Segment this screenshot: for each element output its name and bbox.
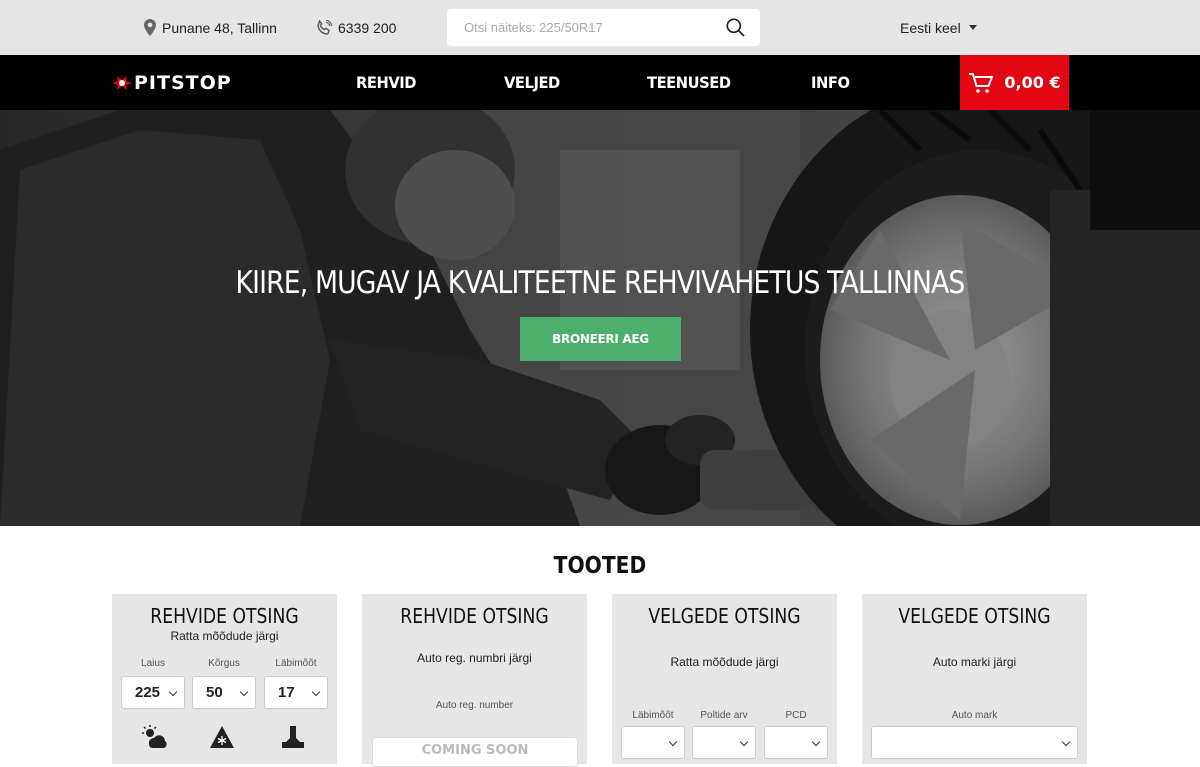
diameter-value: 17 — [278, 684, 295, 701]
main-nav: PITSTOP REHVID VELJED TEENUSED INFO 0,00… — [0, 55, 1200, 110]
nav-rehvid[interactable]: REHVID — [356, 55, 417, 110]
book-appointment-button[interactable]: BRONEERI AEG — [520, 317, 681, 361]
chevron-down-icon — [311, 687, 321, 697]
rim-diameter-select[interactable] — [621, 726, 685, 759]
address-text: Punane 48, Tallinn — [162, 19, 277, 36]
search-icon[interactable] — [726, 18, 745, 37]
summer-winter-icon[interactable] — [141, 724, 167, 750]
bolt-count-label: Poltide arv — [700, 710, 748, 721]
studded-tire-icon[interactable] — [280, 724, 306, 750]
logo[interactable]: PITSTOP — [112, 72, 232, 94]
hero-banner: KIIRE, MUGAV JA KVALITEETNE REHVIVAHETUS… — [0, 110, 1200, 526]
cart-icon — [969, 72, 994, 93]
chevron-down-icon — [668, 737, 678, 747]
phone-icon — [317, 19, 332, 35]
height-select[interactable]: 50 — [192, 676, 256, 709]
location-pin-icon — [144, 19, 156, 36]
card-subtitle: Auto reg. numbri järgi — [417, 651, 532, 665]
card-title: REHVIDE OTSING — [150, 604, 299, 628]
rim-search-by-size-card: VELGEDE OTSING Ratta mõõdude järgi Läbim… — [612, 594, 837, 764]
height-label: Kõrgus — [208, 658, 240, 669]
search-box — [447, 9, 760, 46]
logo-text: PITSTOP — [134, 72, 232, 94]
logo-emblem-icon — [112, 76, 132, 90]
search-input[interactable] — [447, 20, 707, 35]
width-value: 225 — [135, 684, 161, 701]
chevron-down-icon — [739, 737, 749, 747]
language-selector[interactable]: Eesti keel — [900, 0, 977, 55]
card-title: REHVIDE OTSING — [400, 604, 549, 628]
rim-diameter-label: Läbimõõt — [632, 710, 674, 721]
diameter-label: Läbimõõt — [275, 658, 317, 669]
rim-search-by-make-card: VELGEDE OTSING Auto marki järgi Auto mar… — [862, 594, 1087, 764]
language-label: Eesti keel — [900, 19, 961, 36]
width-select[interactable]: 225 — [121, 676, 185, 709]
winter-icon[interactable] — [209, 724, 235, 750]
tire-search-by-reg-card: REHVIDE OTSING Auto reg. numbri järgi Au… — [362, 594, 587, 767]
hero-title: KIIRE, MUGAV JA KVALITEETNE REHVIVAHETUS… — [235, 265, 966, 301]
nav-veljed[interactable]: VELJED — [504, 55, 560, 110]
phone-text: 6339 200 — [338, 19, 397, 36]
card-subtitle: Ratta mõõdude järgi — [170, 629, 279, 643]
reg-number-input[interactable]: COMING SOON — [372, 737, 578, 767]
card-subtitle: Ratta mõõdude järgi — [670, 655, 779, 669]
products-heading: TOOTED — [553, 553, 647, 579]
cart-button[interactable]: 0,00 € — [960, 55, 1069, 110]
car-make-label: Auto mark — [951, 710, 998, 721]
card-subtitle: Auto marki järgi — [932, 655, 1017, 669]
chevron-down-icon — [811, 737, 821, 747]
diameter-select[interactable]: 17 — [264, 676, 328, 709]
height-value: 50 — [206, 684, 223, 701]
cart-total: 0,00 € — [1004, 73, 1061, 92]
card-title: VELGEDE OTSING — [648, 604, 801, 628]
chevron-down-icon — [168, 687, 178, 697]
pcd-select[interactable] — [764, 726, 828, 759]
address-link[interactable]: Punane 48, Tallinn — [144, 0, 277, 55]
chevron-down-icon — [968, 25, 977, 30]
reg-number-label: Auto reg. number — [435, 700, 514, 711]
chevron-down-icon — [1061, 737, 1071, 747]
chevron-down-icon — [239, 687, 249, 697]
top-bar: Punane 48, Tallinn 6339 200 Eesti keel — [0, 0, 1200, 55]
width-label: Laius — [141, 658, 165, 669]
tire-search-by-size-card: REHVIDE OTSING Ratta mõõdude järgi Laius… — [112, 594, 337, 764]
phone-link[interactable]: 6339 200 — [316, 0, 396, 55]
nav-teenused[interactable]: TEENUSED — [647, 55, 731, 110]
card-title: VELGEDE OTSING — [898, 604, 1051, 628]
pcd-label: PCD — [785, 710, 807, 721]
car-make-select[interactable] — [871, 726, 1078, 759]
bolt-count-select[interactable] — [692, 726, 756, 759]
nav-info[interactable]: INFO — [811, 55, 850, 110]
